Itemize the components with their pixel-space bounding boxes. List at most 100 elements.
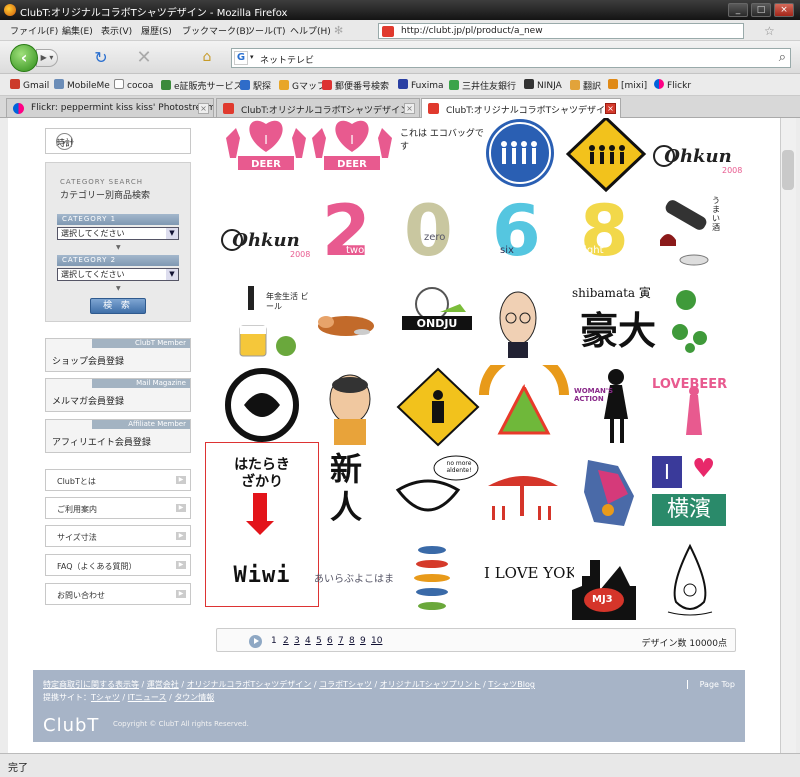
close-window-button[interactable]: × xyxy=(774,3,794,17)
design-thumb[interactable]: ONDJU xyxy=(392,282,488,364)
bookmark-mixi[interactable]: [mixi] xyxy=(608,79,647,91)
search-input[interactable]: ネットテレビ xyxy=(260,53,314,66)
sidebar-link-about[interactable]: ClubTとは ▶ xyxy=(45,469,191,491)
mailmag-register-box[interactable]: Mail Magazine メルマガ会員登録 xyxy=(45,378,191,412)
bookmark-fuxima[interactable]: Fuxima xyxy=(398,79,444,91)
tab-clubt-1[interactable]: ClubT:オリジナルコラボTシャツデザイン × xyxy=(216,98,420,117)
design-thumb[interactable] xyxy=(566,118,662,200)
maximize-button[interactable]: □ xyxy=(751,3,771,17)
page-link[interactable]: 5 xyxy=(316,636,322,646)
design-thumb[interactable]: I LOVE YOKOHAMA xyxy=(478,540,574,622)
design-thumb[interactable]: 6 six xyxy=(478,190,574,272)
design-thumb[interactable]: 2 two xyxy=(304,190,400,272)
footer-link[interactable]: TシャツBlog xyxy=(488,680,535,689)
design-thumb[interactable]: no more aldente! xyxy=(392,450,488,532)
design-thumb[interactable] xyxy=(224,365,320,447)
design-thumb[interactable]: I DEER xyxy=(218,118,314,200)
menu-history[interactable]: 履歴(S) xyxy=(141,24,172,37)
menu-tools[interactable]: ツール(T) xyxy=(246,24,286,37)
design-thumb[interactable]: shibamata 寅 豪大 xyxy=(566,282,662,364)
page-link[interactable]: 10 xyxy=(371,636,382,646)
bookmark-postal[interactable]: 郵便番号検索 xyxy=(322,79,389,92)
bookmark-gmap[interactable]: Gマップ xyxy=(279,79,326,92)
page-link[interactable]: 9 xyxy=(360,636,366,646)
category2-select[interactable]: 選択してください ▼ xyxy=(57,268,179,281)
design-thumb[interactable] xyxy=(650,282,746,364)
vertical-scrollbar[interactable] xyxy=(780,118,796,753)
sidebar-link-faq[interactable]: FAQ（よくある質問） ▶ xyxy=(45,554,191,576)
footer-link[interactable]: コラボTシャツ xyxy=(319,680,372,689)
partner-link[interactable]: Tシャツ xyxy=(91,693,120,702)
close-tab-icon[interactable]: × xyxy=(605,103,616,114)
footer-link[interactable]: 運営会社 xyxy=(147,680,179,689)
design-thumb[interactable] xyxy=(478,450,574,532)
design-thumb[interactable]: I DEER xyxy=(304,118,400,200)
scrollbar-thumb[interactable] xyxy=(782,150,794,190)
design-thumb[interactable]: I ♥ 横濱 xyxy=(650,450,746,532)
page-top-link[interactable]: Page Top xyxy=(686,680,735,689)
search-box[interactable]: G ▾ ネットテレビ ⌕ xyxy=(231,48,791,68)
tab-flickr[interactable]: Flickr: peppermint kiss kiss' Photostrea… xyxy=(6,98,214,117)
design-thumb[interactable] xyxy=(392,540,488,622)
design-thumb[interactable] xyxy=(392,365,488,447)
design-thumb[interactable]: うまい酒 xyxy=(650,190,746,272)
design-thumb[interactable]: LOVEBEER xyxy=(650,365,746,447)
menu-view[interactable]: 表示(V) xyxy=(101,24,132,37)
design-thumb[interactable]: 0 zero xyxy=(392,190,488,272)
minimize-button[interactable]: _ xyxy=(728,3,748,17)
close-tab-icon[interactable]: × xyxy=(404,103,415,114)
page-link[interactable]: 2 xyxy=(283,636,289,646)
footer-link[interactable]: オリジナルコラボTシャツデザイン xyxy=(187,680,312,689)
design-thumb[interactable] xyxy=(308,282,404,364)
bookmark-flickr[interactable]: Flickr xyxy=(654,79,691,91)
bookmark-cocoa[interactable]: cocoa xyxy=(114,79,153,91)
sidebar-link-guide[interactable]: ご利用案内 ▶ xyxy=(45,497,191,519)
menu-bookmarks[interactable]: ブックマーク(B) xyxy=(182,24,249,37)
sidebar-link-size[interactable]: サイズ寸法 ▶ xyxy=(45,525,191,547)
menu-file[interactable]: ファイル(F) xyxy=(10,24,58,37)
design-thumb[interactable]: KATHMANDU xyxy=(478,365,574,447)
design-thumb[interactable]: Ohkun 2008 xyxy=(218,202,314,284)
pager-play-icon[interactable] xyxy=(249,635,262,648)
page-link[interactable]: 6 xyxy=(327,636,333,646)
page-link[interactable]: 3 xyxy=(294,636,300,646)
sidebar-link-contact[interactable]: お問い合わせ ▶ xyxy=(45,583,191,605)
design-thumb[interactable]: MJ3 xyxy=(566,540,662,622)
bookmark-smbc[interactable]: 三井住友銀行 xyxy=(449,79,516,92)
chevron-down-icon[interactable]: ▾ xyxy=(250,53,254,61)
design-thumb[interactable]: これは エコバッグです xyxy=(392,118,488,200)
page-link[interactable]: 4 xyxy=(305,636,311,646)
chevron-down-icon[interactable]: ⌄ xyxy=(56,133,73,150)
bookmark-ninja[interactable]: NINJA xyxy=(524,79,562,91)
design-thumb[interactable] xyxy=(650,540,746,622)
tab-clubt-active[interactable]: ClubT:オリジナルコラボTシャツデザイン × xyxy=(421,98,621,118)
design-thumb[interactable] xyxy=(478,282,574,364)
bookmark-esho[interactable]: e証販売サービス xyxy=(161,79,243,92)
design-thumb[interactable] xyxy=(478,118,574,200)
menu-help[interactable]: ヘルプ(H) xyxy=(290,24,331,37)
design-thumb-selected[interactable]: はたらき ざかり Wiwi xyxy=(205,442,319,607)
back-button[interactable]: ‹ xyxy=(10,44,38,72)
url-bar[interactable]: http://clubt.jp/pl/product/a_new xyxy=(378,23,744,39)
design-thumb[interactable]: Ohkun 2008 xyxy=(650,118,746,200)
page-link[interactable]: 7 xyxy=(338,636,344,646)
affiliate-register-box[interactable]: Affiliate Member アフィリエイト会員登録 xyxy=(45,419,191,453)
home-icon[interactable]: ⌂ xyxy=(198,48,216,66)
forward-button[interactable]: ▶ ▾ xyxy=(36,49,58,67)
menu-edit[interactable]: 編集(E) xyxy=(62,24,93,37)
close-tab-icon[interactable]: × xyxy=(198,103,209,114)
partner-link[interactable]: タウン情報 xyxy=(174,693,214,702)
page-link[interactable]: 8 xyxy=(349,636,355,646)
clock-row[interactable]: 時計 ⌄ xyxy=(45,128,191,154)
search-engine-icon[interactable]: G xyxy=(234,51,248,65)
category1-select[interactable]: 選択してください ▼ xyxy=(57,227,179,240)
bookmark-translate[interactable]: 翻訳 xyxy=(570,79,601,92)
bookmark-ekitan[interactable]: 駅探 xyxy=(240,79,271,92)
stop-icon[interactable]: ✕ xyxy=(134,48,154,68)
shop-register-box[interactable]: ClubT Member ショップ会員登録 xyxy=(45,338,191,372)
search-icon[interactable]: ⌕ xyxy=(779,50,786,65)
bookmark-star-icon[interactable]: ☆ xyxy=(764,24,775,38)
footer-link[interactable]: オリジナルTシャツプリント xyxy=(380,680,481,689)
partner-link[interactable]: ITニュース xyxy=(128,693,167,702)
bookmark-gmail[interactable]: Gmail xyxy=(10,79,49,91)
